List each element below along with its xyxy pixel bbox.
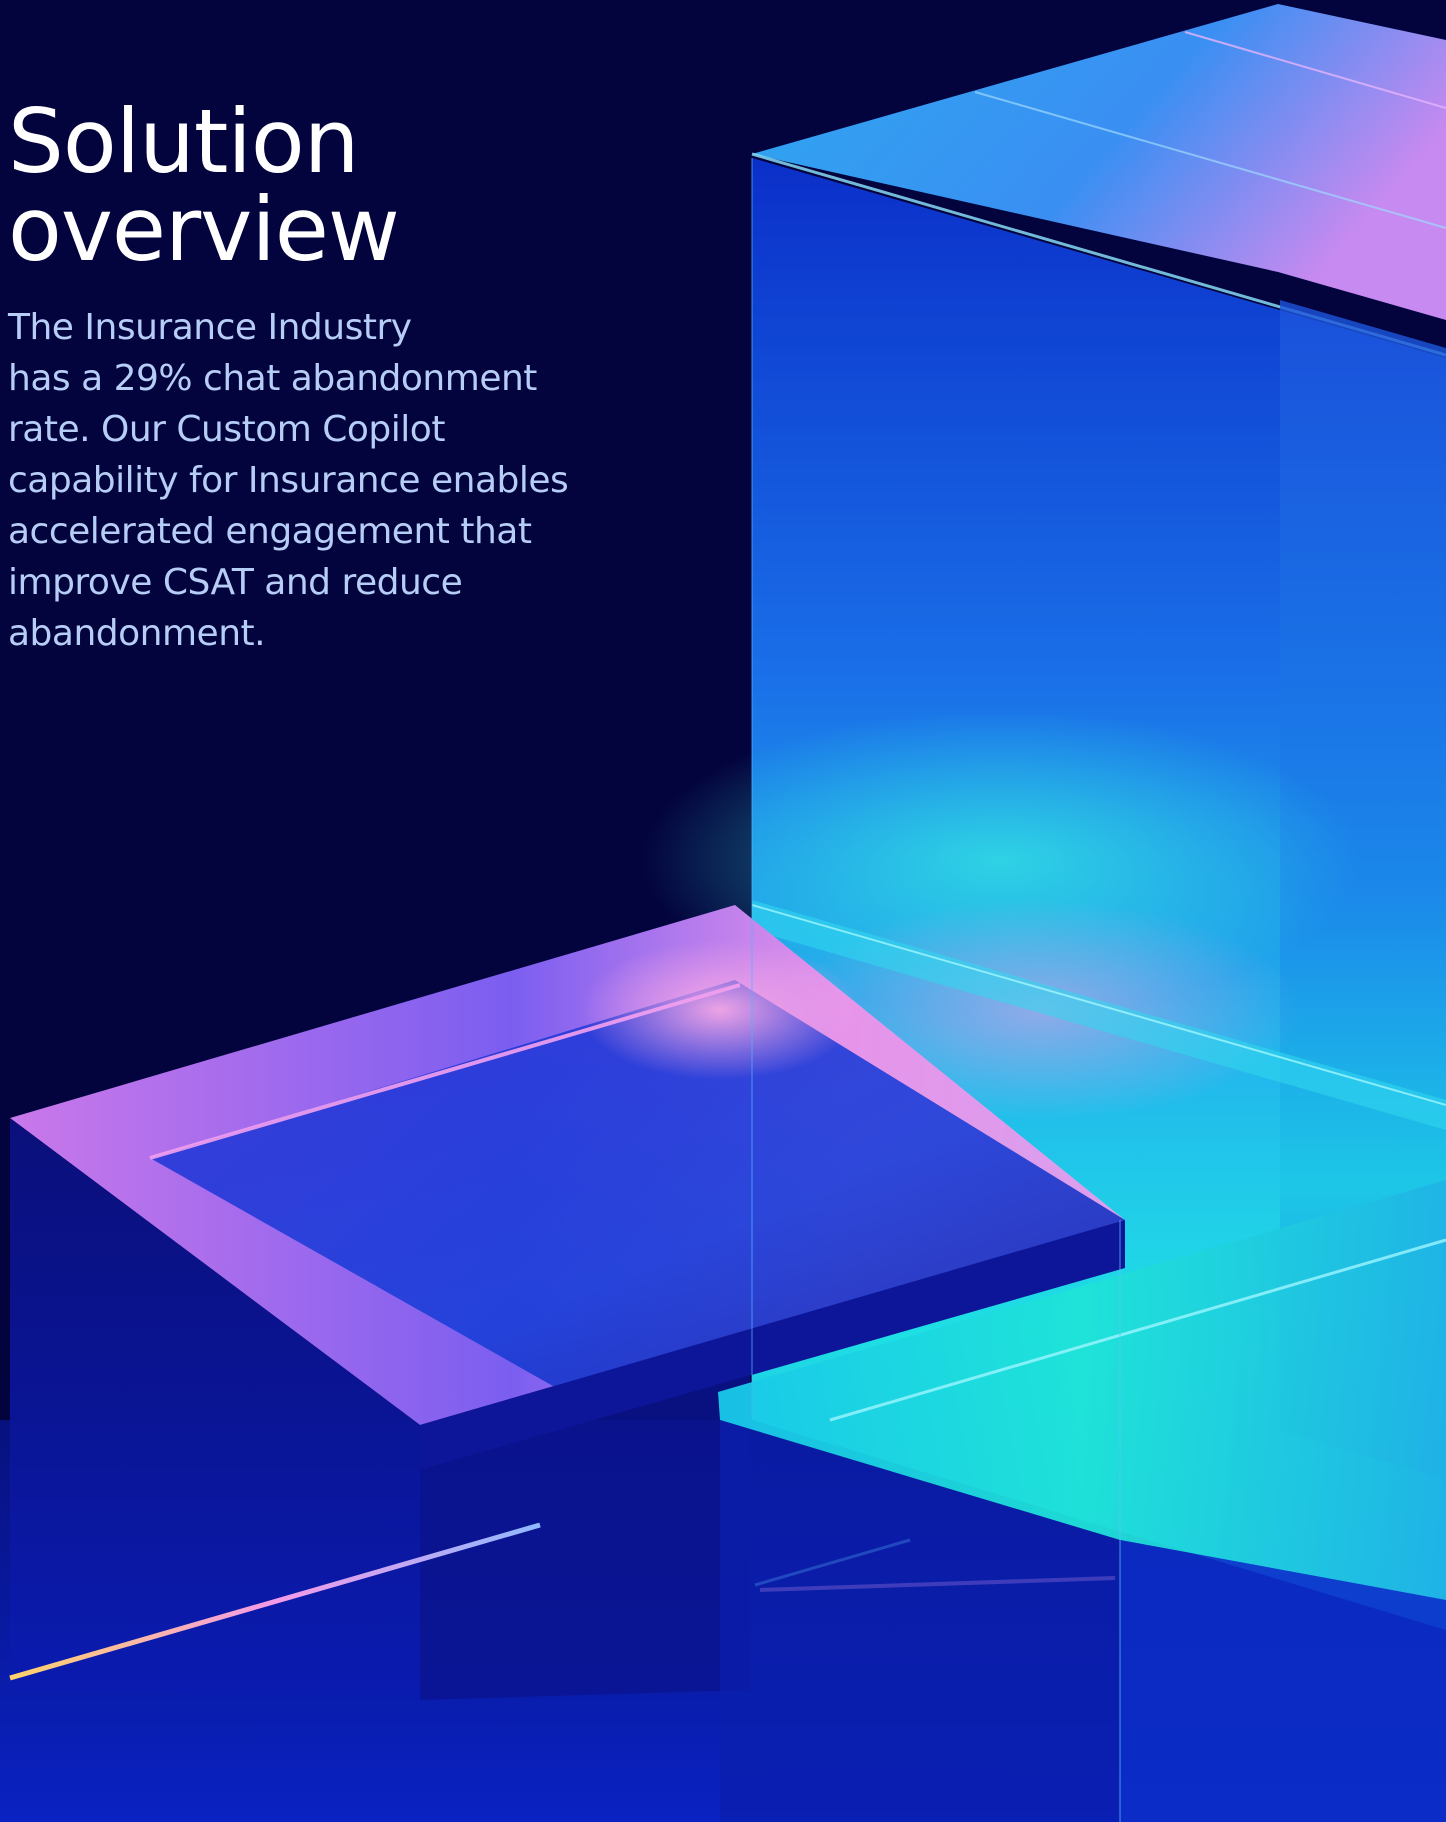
paragraph-line: capability for Insurance enables [8, 460, 569, 501]
paragraph-line: rate. Our Custom Copilot [8, 409, 445, 450]
paragraph-line: has a 29% chat abandonment [8, 358, 537, 399]
paragraph-line: accelerated engagement that [8, 511, 532, 552]
paragraph-line: The Insurance Industry [8, 307, 412, 348]
page-title: Solution overview [8, 98, 648, 274]
title-line: overview [8, 178, 400, 281]
paragraph-line: abandonment. [8, 613, 266, 654]
title-line: Solution [8, 90, 360, 193]
solution-overview-page: Solution overview The Insurance Industry… [0, 0, 1446, 1822]
paragraph-line: improve CSAT and reduce [8, 562, 463, 603]
overview-paragraph: The Insurance Industry has a 29% chat ab… [8, 302, 648, 659]
hero-text: Solution overview The Insurance Industry… [8, 98, 648, 659]
